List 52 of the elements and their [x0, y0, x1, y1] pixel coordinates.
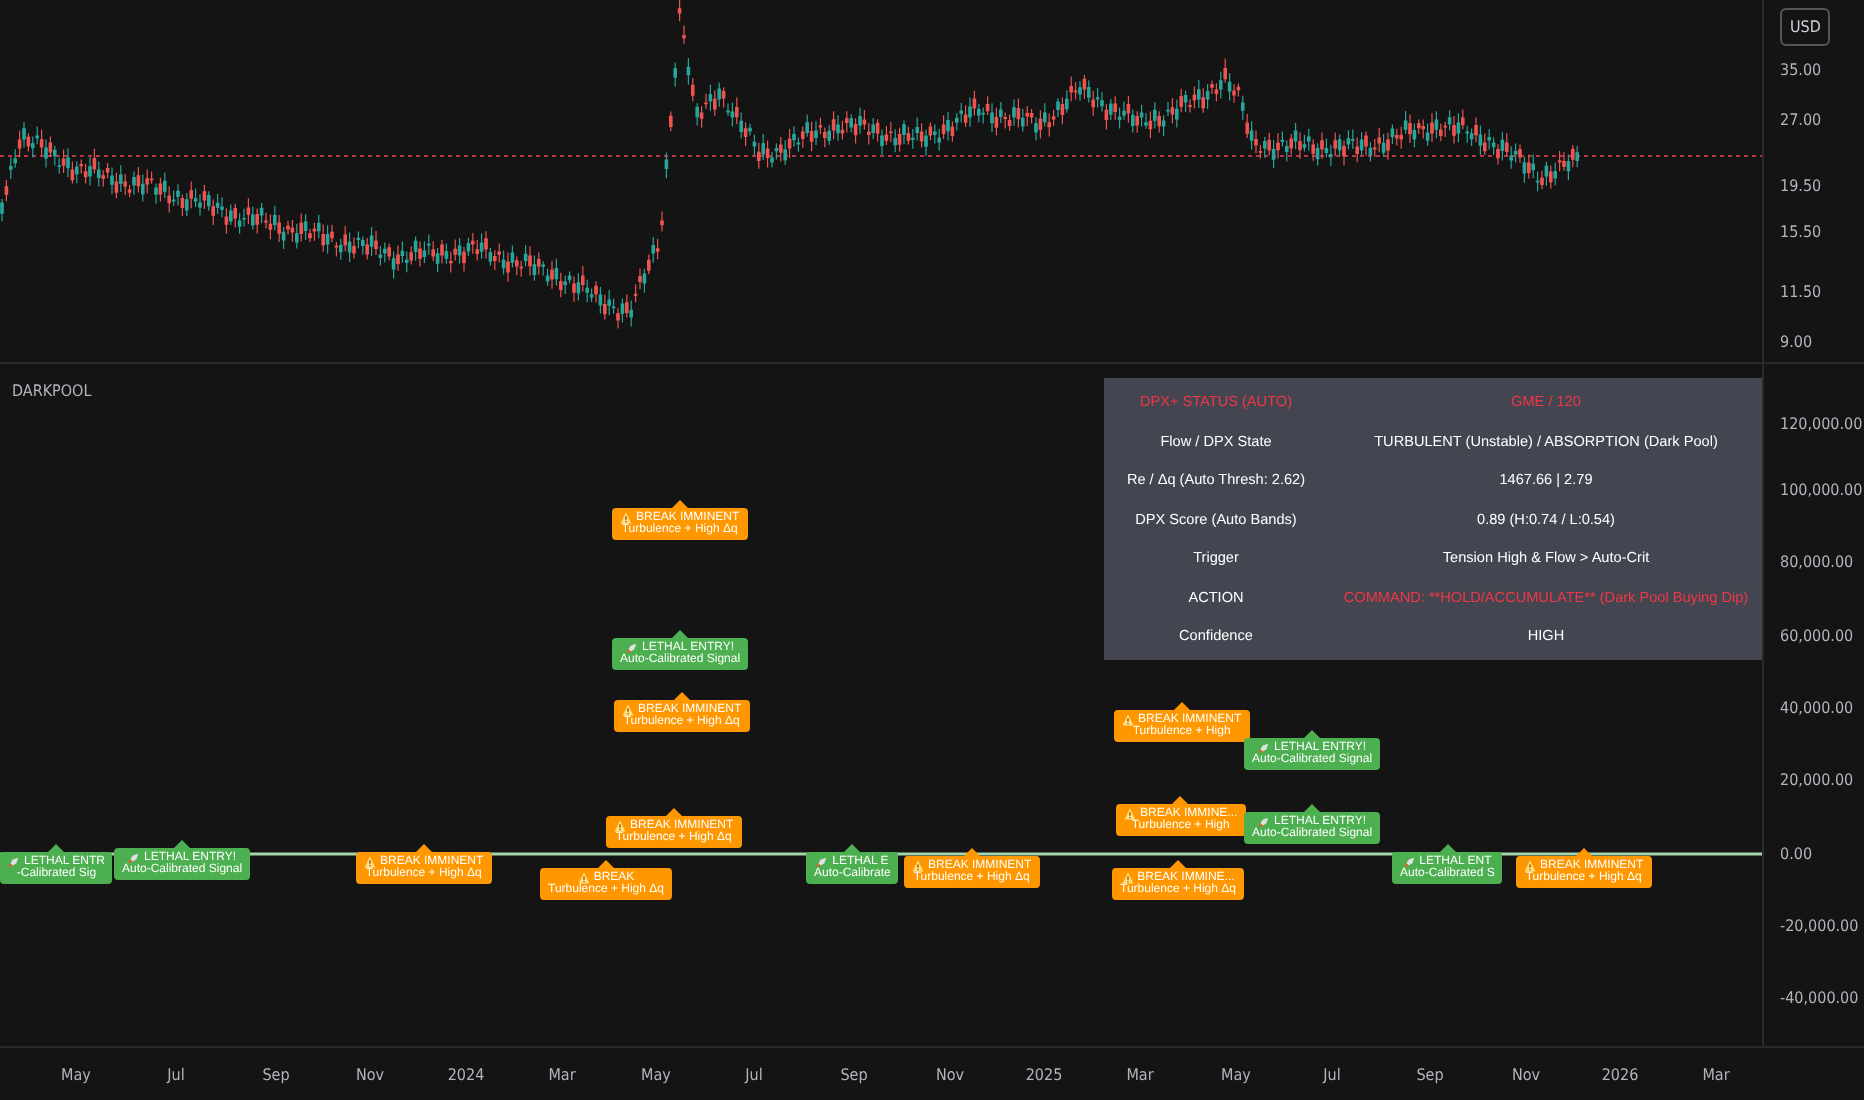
warning-icon	[364, 856, 376, 868]
warning-icon	[620, 512, 632, 524]
value-axis-label: 20,000.00	[1780, 771, 1854, 789]
value-axis-label: -20,000.00	[1780, 917, 1859, 935]
time-axis-label: May	[61, 1066, 91, 1084]
time-axis-label: 2026	[1601, 1066, 1639, 1084]
price-axis-label: 15.50	[1780, 223, 1822, 241]
time-axis-label: Sep	[262, 1066, 290, 1084]
value-axis-label: 0.00	[1780, 845, 1813, 863]
rocket-icon	[816, 856, 829, 868]
warning-icon	[614, 820, 626, 832]
warning-icon	[1121, 872, 1134, 884]
time-axis-label: Mar	[548, 1066, 576, 1084]
time-axis-label: Nov	[1511, 1066, 1541, 1084]
rocket-icon	[626, 642, 639, 654]
price-axis-label: 27.00	[1780, 111, 1822, 129]
price-axis-label: 35.00	[1780, 61, 1822, 79]
warning-icon	[577, 872, 590, 884]
value-axis-label: 100,000.00	[1780, 481, 1863, 499]
warning-icon	[1524, 860, 1536, 872]
time-axis-label: May	[1221, 1066, 1251, 1084]
rocket-icon	[8, 856, 20, 868]
price-axis-label: 19.50	[1780, 177, 1822, 195]
time-axis-label: Sep	[840, 1066, 868, 1084]
rocket-icon	[1258, 816, 1271, 828]
price-axis-label: 11.50	[1780, 283, 1822, 301]
time-axis-label: Sep	[1416, 1066, 1444, 1084]
value-axis-label: -40,000.00	[1780, 989, 1859, 1007]
time-axis-label: Jul	[1323, 1066, 1341, 1084]
rocket-icon	[1258, 742, 1271, 754]
time-axis-label: Mar	[1126, 1066, 1154, 1084]
warning-icon	[622, 704, 634, 716]
indicator-title: DARKPOOL	[12, 382, 92, 400]
price-axis-label: 9.00	[1780, 333, 1813, 351]
value-axis-label: 60,000.00	[1780, 627, 1854, 645]
time-axis-label: Jul	[167, 1066, 185, 1084]
warning-icon	[1122, 714, 1134, 726]
warning-icon	[912, 860, 924, 872]
time-axis-label: Nov	[935, 1066, 965, 1084]
warning-icon	[1124, 808, 1136, 820]
value-axis-label: 80,000.00	[1780, 553, 1854, 571]
value-axis-label: 120,000.00	[1780, 415, 1863, 433]
value-axis-label: 40,000.00	[1780, 699, 1854, 717]
time-axis-label: Jul	[745, 1066, 763, 1084]
time-axis-label: Nov	[355, 1066, 385, 1084]
time-axis-label: Mar	[1702, 1066, 1730, 1084]
rocket-icon	[128, 852, 141, 864]
time-axis-label: 2025	[1025, 1066, 1063, 1084]
rocket-icon	[1403, 856, 1416, 868]
currency-button[interactable]: USD	[1780, 8, 1831, 46]
time-axis-label: 2024	[447, 1066, 485, 1084]
time-axis-label: May	[641, 1066, 671, 1084]
